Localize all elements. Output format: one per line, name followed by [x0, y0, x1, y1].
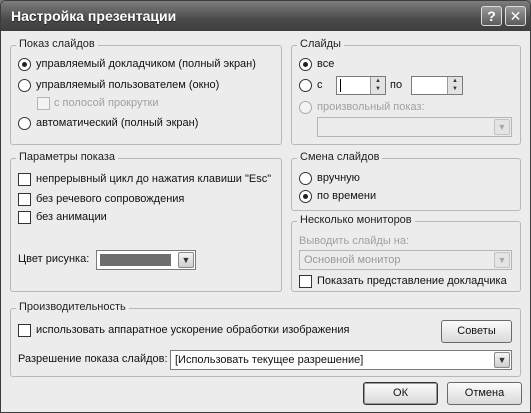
no-narration-checkbox-label: без речевого сопровождения	[36, 193, 185, 205]
radio-presenter-label: управляемый докладчиком (полный экран)	[36, 58, 256, 70]
ok-button[interactable]: ОК	[363, 382, 438, 405]
pen-color-label: Цвет рисунка:	[18, 253, 90, 265]
radio-individual[interactable]	[18, 79, 31, 92]
show-type-group-label: Показ слайдов	[16, 38, 98, 50]
radio-manual-label: вручную	[317, 172, 360, 184]
settings-dialog: Настройка презентации ? ✕ Показ слайдов …	[0, 0, 531, 413]
spin-down-icon[interactable]: ▼	[371, 85, 385, 93]
no-animation-checkbox[interactable]	[18, 211, 31, 224]
pen-color-select[interactable]: ▼	[96, 250, 196, 270]
help-button[interactable]: ?	[481, 6, 502, 26]
dialog-title: Настройка презентации	[11, 8, 177, 24]
radio-custom-show[interactable]	[299, 101, 312, 114]
to-slide-input[interactable]: ▲ ▼	[411, 76, 463, 95]
slides-group-label: Слайды	[297, 38, 344, 50]
scrollbar-checkbox-label: с полосой прокрутки	[54, 97, 159, 109]
scrollbar-checkbox[interactable]	[37, 97, 50, 110]
display-on-label: Выводить слайды на:	[299, 235, 410, 247]
radio-slide-range-label: с	[317, 79, 323, 91]
no-animation-checkbox-label: без анимации	[36, 211, 107, 223]
monitors-group-label: Несколько мониторов	[297, 214, 415, 226]
spin-up-icon[interactable]: ▲	[448, 77, 462, 85]
from-slide-value	[340, 79, 341, 92]
monitor-select[interactable]: Основной монитор ▼	[299, 250, 512, 270]
hw-accel-checkbox[interactable]	[18, 324, 31, 337]
to-slide-spinner[interactable]: ▲ ▼	[447, 77, 462, 94]
radio-timings[interactable]	[299, 190, 312, 203]
pen-color-swatch	[100, 254, 171, 266]
resolution-select-value: [Использовать текущее разрешение]	[175, 354, 364, 366]
hw-accel-checkbox-label: использовать аппаратное ускорение обрабо…	[36, 324, 350, 336]
from-slide-spinner[interactable]: ▲ ▼	[370, 77, 385, 94]
to-label: по	[390, 79, 403, 91]
no-narration-checkbox[interactable]	[18, 193, 31, 206]
radio-all-slides-label: все	[317, 58, 335, 70]
monitor-select-value: Основной монитор	[304, 254, 401, 266]
presenter-view-checkbox-label: Показать представление докладчика	[317, 275, 507, 287]
radio-kiosk-label: автоматический (полный экран)	[36, 117, 199, 129]
radio-presenter[interactable]	[18, 58, 31, 71]
chevron-down-icon[interactable]: ▼	[494, 352, 510, 368]
radio-all-slides[interactable]	[299, 58, 312, 71]
cancel-button[interactable]: Отмена	[447, 382, 522, 405]
chevron-down-icon[interactable]: ▼	[494, 252, 510, 268]
tips-button[interactable]: Советы	[441, 320, 512, 343]
from-slide-input[interactable]: ▲ ▼	[336, 76, 386, 95]
close-button[interactable]: ✕	[505, 6, 526, 26]
loop-checkbox[interactable]	[18, 173, 31, 186]
advance-group-label: Смена слайдов	[297, 151, 383, 163]
chevron-down-icon[interactable]: ▼	[494, 119, 510, 135]
radio-slide-range[interactable]	[299, 79, 312, 92]
radio-custom-show-label: произвольный показ:	[317, 101, 425, 113]
spin-down-icon[interactable]: ▼	[448, 85, 462, 93]
show-options-group-label: Параметры показа	[16, 151, 118, 163]
radio-timings-label: по времени	[317, 190, 377, 202]
radio-manual[interactable]	[299, 172, 312, 185]
chevron-down-icon[interactable]: ▼	[178, 252, 194, 268]
performance-group-label: Производительность	[16, 301, 129, 313]
resolution-select[interactable]: [Использовать текущее разрешение] ▼	[170, 350, 512, 370]
title-bar[interactable]: Настройка презентации ? ✕	[1, 1, 530, 31]
custom-show-select[interactable]: ▼	[317, 117, 512, 137]
radio-individual-label: управляемый пользователем (окно)	[36, 79, 220, 91]
spin-up-icon[interactable]: ▲	[371, 77, 385, 85]
resolution-label: Разрешение показа слайдов:	[18, 353, 168, 365]
radio-kiosk[interactable]	[18, 117, 31, 130]
presenter-view-checkbox[interactable]	[299, 275, 312, 288]
loop-checkbox-label: непрерывный цикл до нажатия клавиши "Esc…	[36, 173, 272, 185]
advance-group: Смена слайдов	[291, 151, 521, 211]
